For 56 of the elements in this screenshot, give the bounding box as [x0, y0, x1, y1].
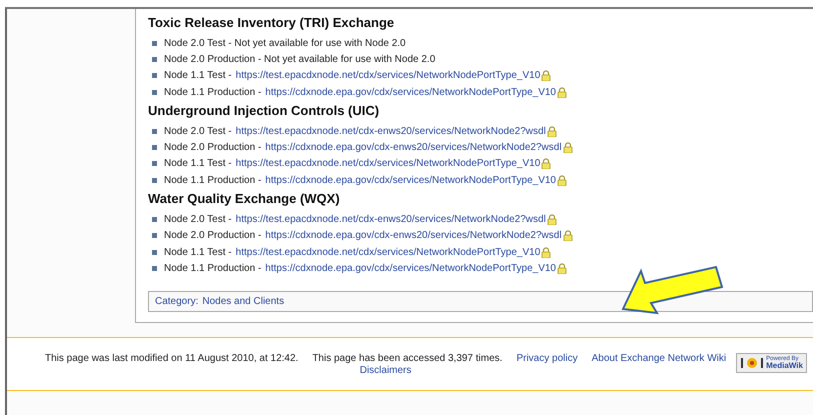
category-link[interactable]: Nodes and Clients — [202, 296, 284, 307]
service-link[interactable]: https://test.epacdxnode.net/cdx-enws20/services/NetworkNode2?wsdl — [236, 126, 546, 137]
item-label: Node 1.1 Test - — [164, 70, 232, 82]
item-label: Node 2.0 Production - — [164, 230, 262, 242]
service-link[interactable]: https://cdxnode.epa.gov/cdx/services/NetworkNodePortType_V10 — [265, 86, 556, 98]
bullet-icon — [152, 217, 157, 222]
service-link[interactable]: https://cdxnode.epa.gov/cdx-enws20/services/NetworkNode2?wsdl — [265, 142, 562, 154]
service-link[interactable]: https://cdxnode.epa.gov/cdx/services/NetworkNodePortType_V10 — [265, 174, 556, 186]
badge-title: MediaWik — [766, 362, 803, 370]
access-count-text: This page has been accessed 3,397 times. — [312, 352, 502, 364]
padlock-icon — [541, 158, 552, 170]
bullet-icon — [152, 161, 157, 166]
bullet-icon — [152, 40, 157, 46]
bullet-icon — [152, 128, 157, 134]
item-label: Node 2.0 Production - — [164, 142, 262, 154]
section-heading: Water Quality Exchange (WQX) — [148, 191, 341, 206]
item-label: Node 2.0 Test - — [164, 214, 232, 226]
service-link[interactable]: https://test.epacdxnode.net/cdx-enws20/services/NetworkNode2?wsdl — [236, 214, 546, 226]
last-modified-text: This page was last modified on 11 August 2010, at 12:42. — [45, 352, 298, 364]
category-link[interactable]: Category: — [155, 296, 198, 307]
bullet-icon — [152, 90, 157, 95]
section-heading: Toxic Release Inventory (TRI) Exchange — [148, 15, 396, 30]
bullet-icon — [152, 73, 157, 78]
service-link[interactable]: https://test.epacdxnode.net/cdx/services/NetworkNodePortType_V10 — [236, 158, 540, 170]
padlock-icon — [541, 246, 552, 258]
padlock-icon — [557, 262, 567, 274]
padlock-icon — [557, 174, 567, 186]
service-link[interactable]: https://cdxnode.epa.gov/cdx-enws20/services/NetworkNode2?wsdl — [265, 230, 562, 242]
bullet-icon — [152, 233, 157, 238]
bullet-icon — [152, 250, 157, 255]
bullet-icon — [152, 266, 157, 271]
item-label: Node 1.1 Production - — [164, 174, 262, 186]
padlock-icon — [562, 230, 573, 242]
item-label: Node 1.1 Production - — [164, 262, 262, 274]
service-link[interactable]: https://cdxnode.epa.gov/cdx/services/NetworkNodePortType_V10 — [265, 262, 556, 274]
item-label: Node 2.0 Test - — [164, 126, 232, 137]
item-label: Node 1.1 Production - — [164, 86, 262, 98]
padlock-icon — [546, 126, 557, 137]
item-text: Node 2.0 Test - Not yet available for use with Node 2.0 — [164, 38, 406, 49]
disclaimers-link[interactable]: Disclaimers — [360, 364, 412, 376]
flower-icon — [740, 356, 764, 370]
padlock-icon — [562, 142, 573, 154]
item-text: Node 2.0 Production - Not yet available for use with Node 2.0 — [164, 54, 436, 65]
section-heading: Underground Injection Controls (UIC) — [148, 103, 380, 118]
footer-link[interactable]: Privacy policy — [516, 352, 578, 364]
service-link[interactable]: https://test.epacdxnode.net/cdx/services/NetworkNodePortType_V10 — [236, 246, 540, 258]
bullet-icon — [152, 178, 157, 183]
bullet-icon — [152, 145, 157, 150]
padlock-icon — [541, 70, 552, 82]
item-label: Node 1.1 Test - — [164, 246, 232, 258]
padlock-icon — [546, 214, 557, 226]
item-label: Node 1.1 Test - — [164, 158, 232, 170]
footer-link[interactable]: About Exchange Network Wiki — [592, 352, 726, 364]
padlock-icon — [557, 86, 567, 98]
service-link[interactable]: https://test.epacdxnode.net/cdx/services/NetworkNodePortType_V10 — [236, 70, 540, 82]
bullet-icon — [152, 56, 157, 62]
